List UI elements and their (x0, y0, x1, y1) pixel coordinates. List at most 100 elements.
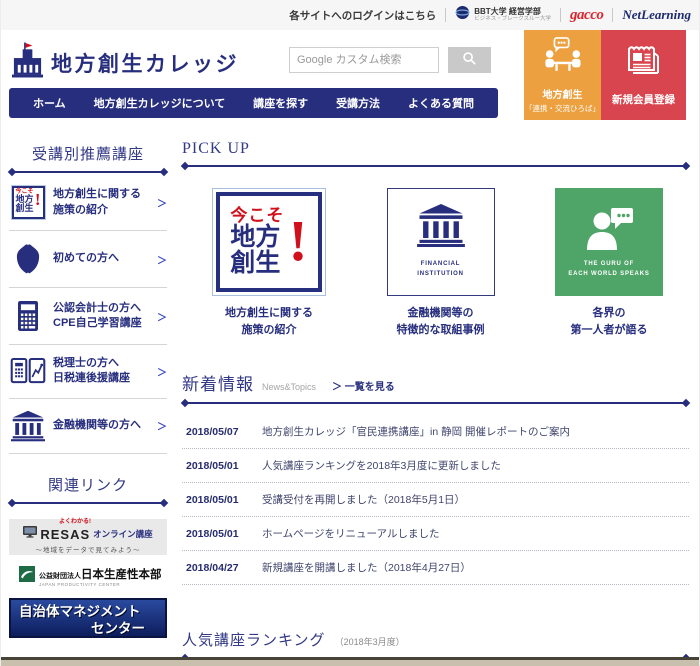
resas-brand: RESAS (40, 528, 90, 541)
speaker-person-icon (581, 206, 637, 255)
pickup-card-policy[interactable]: 今こそ 地方 創生 ! 地方創生に関する 施策の紹介 (212, 188, 326, 338)
site-title: 地方創生カレッジ (51, 48, 239, 78)
news-text: 新規講座を開講しました（2018年4月27日） (262, 560, 471, 575)
sidebar-item-label: 金融機関等の方へ (53, 418, 151, 433)
search-button[interactable] (448, 47, 491, 73)
open-book-icon (9, 356, 47, 386)
pickup-card-financial[interactable]: FINANCIAL INSTITUTION 金融機関等の 特徴的な取組事例 (387, 188, 495, 338)
diamond-rule (182, 400, 689, 406)
news-text: ホームページをリニューアルしました (262, 526, 439, 541)
divider (560, 8, 561, 22)
news-row[interactable]: 2018/05/01 受講受付を再開しました（2018年5月1日） (182, 483, 689, 517)
page: 各サイトへのログインはこちら BBT大学 経営学部 ビジネス・ブレークスルー大学… (0, 0, 700, 666)
nav-faq[interactable]: よくある質問 (408, 95, 474, 111)
news-text: 地方創生カレッジ「官民連携講座」in 静岡 開催レポートのご案内 (262, 424, 570, 439)
search-icon (462, 51, 477, 69)
exclamation-mark: ! (288, 215, 307, 267)
recommend-title: 受講別推薦講座 (9, 143, 167, 164)
search-input[interactable] (289, 47, 439, 73)
sidebar-item-label: 税理士の方へ 日税連後援講座 (53, 356, 151, 387)
news-row[interactable]: 2018/04/27 新規講座を開講しました（2018年4月27日） (182, 551, 689, 585)
main-content: PICK UP 今こそ 地方 創生 ! 地方創生に関 (182, 140, 689, 666)
news-row[interactable]: 2018/05/01 ホームページをリニューアルしました (182, 517, 689, 551)
top-utility-bar: 各サイトへのログインはこちら BBT大学 経営学部 ビジネス・ブレークスルー大学… (1, 0, 700, 30)
news-date: 2018/05/01 (186, 460, 262, 472)
pickup-card-guru[interactable]: THE GURU OF EACH WORLD SPEAKS 各界の 第一人者が語… (555, 188, 663, 338)
news-subtitle: News&Topics (262, 382, 316, 392)
news-title: 新着情報 (182, 370, 254, 395)
register-label: 新規会員登録 (612, 92, 675, 107)
main-nav: ホーム 地方創生カレッジについて 講座を探す 受講方法 よくある質問 (9, 88, 498, 118)
resas-banner[interactable]: よくわかる! RESAS オンライン講座 ～地域をデータで見てみよう～ (9, 519, 167, 555)
news-date: 2018/04/27 (186, 562, 262, 574)
imakoso-stamp-icon: 今こそ 地方 創生 ! (9, 186, 47, 219)
sidebar-item-cpa[interactable]: 公認会計士の方へ CPE自己学習講座 ＞ (9, 288, 167, 345)
guru-card-image: THE GURU OF EACH WORLD SPEAKS (555, 188, 663, 296)
nav-how-to-attend[interactable]: 受講方法 (336, 95, 380, 111)
resas-kicker: よくわかる! (59, 519, 91, 525)
sidebar: 受講別推薦講座 今こそ 地方 創生 ! 地方創生に関する 施策の紹介 ＞ (9, 143, 167, 638)
news-row[interactable]: 2018/05/01 人気講座ランキングを2018年3月度に更新しました (182, 449, 689, 483)
divider (445, 8, 446, 22)
jpc-logo-icon (19, 566, 35, 587)
pickup-caption: 各界の 第一人者が語る (571, 305, 648, 338)
sidebar-item-tax-accountant[interactable]: 税理士の方へ 日税連後援講座 ＞ (9, 345, 167, 399)
hiroba-label-line2: 「連携・交流ひろば」 (525, 103, 600, 114)
news-text: 受講受付を再開しました（2018年5月1日） (262, 492, 465, 507)
hiroba-label-line1: 地方創生 (543, 86, 583, 101)
nav-find-course[interactable]: 講座を探す (253, 95, 308, 111)
jpc-org: 公益財団法人 (39, 573, 81, 580)
register-button[interactable]: 新規会員登録 (601, 30, 686, 120)
news-date: 2018/05/07 (186, 426, 262, 438)
sidebar-item-label: 公認会計士の方へ CPE自己学習講座 (53, 301, 151, 332)
resas-tagline: ～地域をデータで見てみよう～ (36, 544, 141, 554)
gacco-logo[interactable]: gacco (570, 7, 603, 24)
pickup-title: PICK UP (182, 140, 689, 158)
jpc-name: 日本生産性本部 (81, 569, 162, 581)
bank-icon (9, 410, 47, 442)
sidebar-item-policy[interactable]: 今こそ 地方 創生 ! 地方創生に関する 施策の紹介 ＞ (9, 175, 167, 231)
chevron-right-icon: ＞ (157, 252, 167, 267)
divider (612, 8, 613, 22)
nav-about[interactable]: 地方創生カレッジについて (94, 95, 226, 111)
jpc-banner[interactable]: 公益財団法人日本生産性本部 JAPAN PRODUCTIVITY CENTER (9, 563, 167, 590)
chevron-right-icon: ＞ (157, 309, 167, 324)
imakoso-stamp-image: 今こそ 地方 創生 ! (212, 188, 326, 296)
ranking-title: 人気講座ランキング (182, 629, 326, 650)
news-row[interactable]: 2018/05/07 地方創生カレッジ「官民連携講座」in 静岡 開催レポートの… (182, 415, 689, 449)
sidebar-item-financial[interactable]: 金融機関等の方へ ＞ (9, 399, 167, 454)
pickup-caption: 金融機関等の 特徴的な取組事例 (397, 305, 485, 338)
news-more-link[interactable]: ＞ 一覧を見る (332, 378, 395, 393)
jmc-banner[interactable]: 自治体マネジメント センター (9, 598, 167, 638)
nav-home[interactable]: ホーム (33, 95, 66, 111)
calculator-icon (9, 299, 47, 333)
related-links-title: 関連リンク (9, 474, 167, 495)
beginner-mark-icon (9, 242, 47, 276)
financial-card-label: FINANCIAL INSTITUTION (417, 260, 463, 279)
chevron-right-icon: ＞ (157, 364, 167, 379)
netlearning-logo[interactable]: NetLearning (622, 7, 691, 23)
bbt-logo[interactable]: BBT大学 経営学部 ビジネス・ブレークスルー大学 (455, 5, 551, 25)
login-link[interactable]: 各サイトへのログインはこちら (289, 8, 436, 23)
sidebar-item-label: 初めての方へ (53, 251, 151, 266)
chevron-right-icon: ＞ (157, 418, 167, 433)
news-date: 2018/05/01 (186, 494, 262, 506)
site-logo[interactable]: 地方創生カレッジ (11, 42, 239, 83)
window-frame-bottom (1, 657, 699, 666)
bank-icon (417, 204, 465, 252)
bbt-subtitle: ビジネス・ブレークスルー大学 (474, 16, 551, 22)
hiroba-button[interactable]: 地方創生 「連携・交流ひろば」 (524, 30, 601, 120)
pickup-caption: 地方創生に関する 施策の紹介 (225, 305, 313, 338)
jmc-label-line2: センター (19, 620, 159, 638)
news-date: 2018/05/01 (186, 528, 262, 540)
chevron-right-icon: ＞ (157, 195, 167, 210)
newspaper-icon (624, 43, 664, 84)
sidebar-item-beginners[interactable]: 初めての方へ ＞ (9, 231, 167, 288)
resas-suffix: オンライン講座 (93, 530, 153, 539)
jmc-label-line1: 自治体マネジメント (19, 603, 159, 621)
diamond-rule (182, 163, 689, 169)
news-text: 人気講座ランキングを2018年3月度に更新しました (262, 458, 501, 473)
school-building-icon (11, 42, 44, 83)
sidebar-item-label: 地方創生に関する 施策の紹介 (53, 187, 151, 218)
jpc-subtitle: JAPAN PRODUCTIVITY CENTER (39, 583, 162, 588)
